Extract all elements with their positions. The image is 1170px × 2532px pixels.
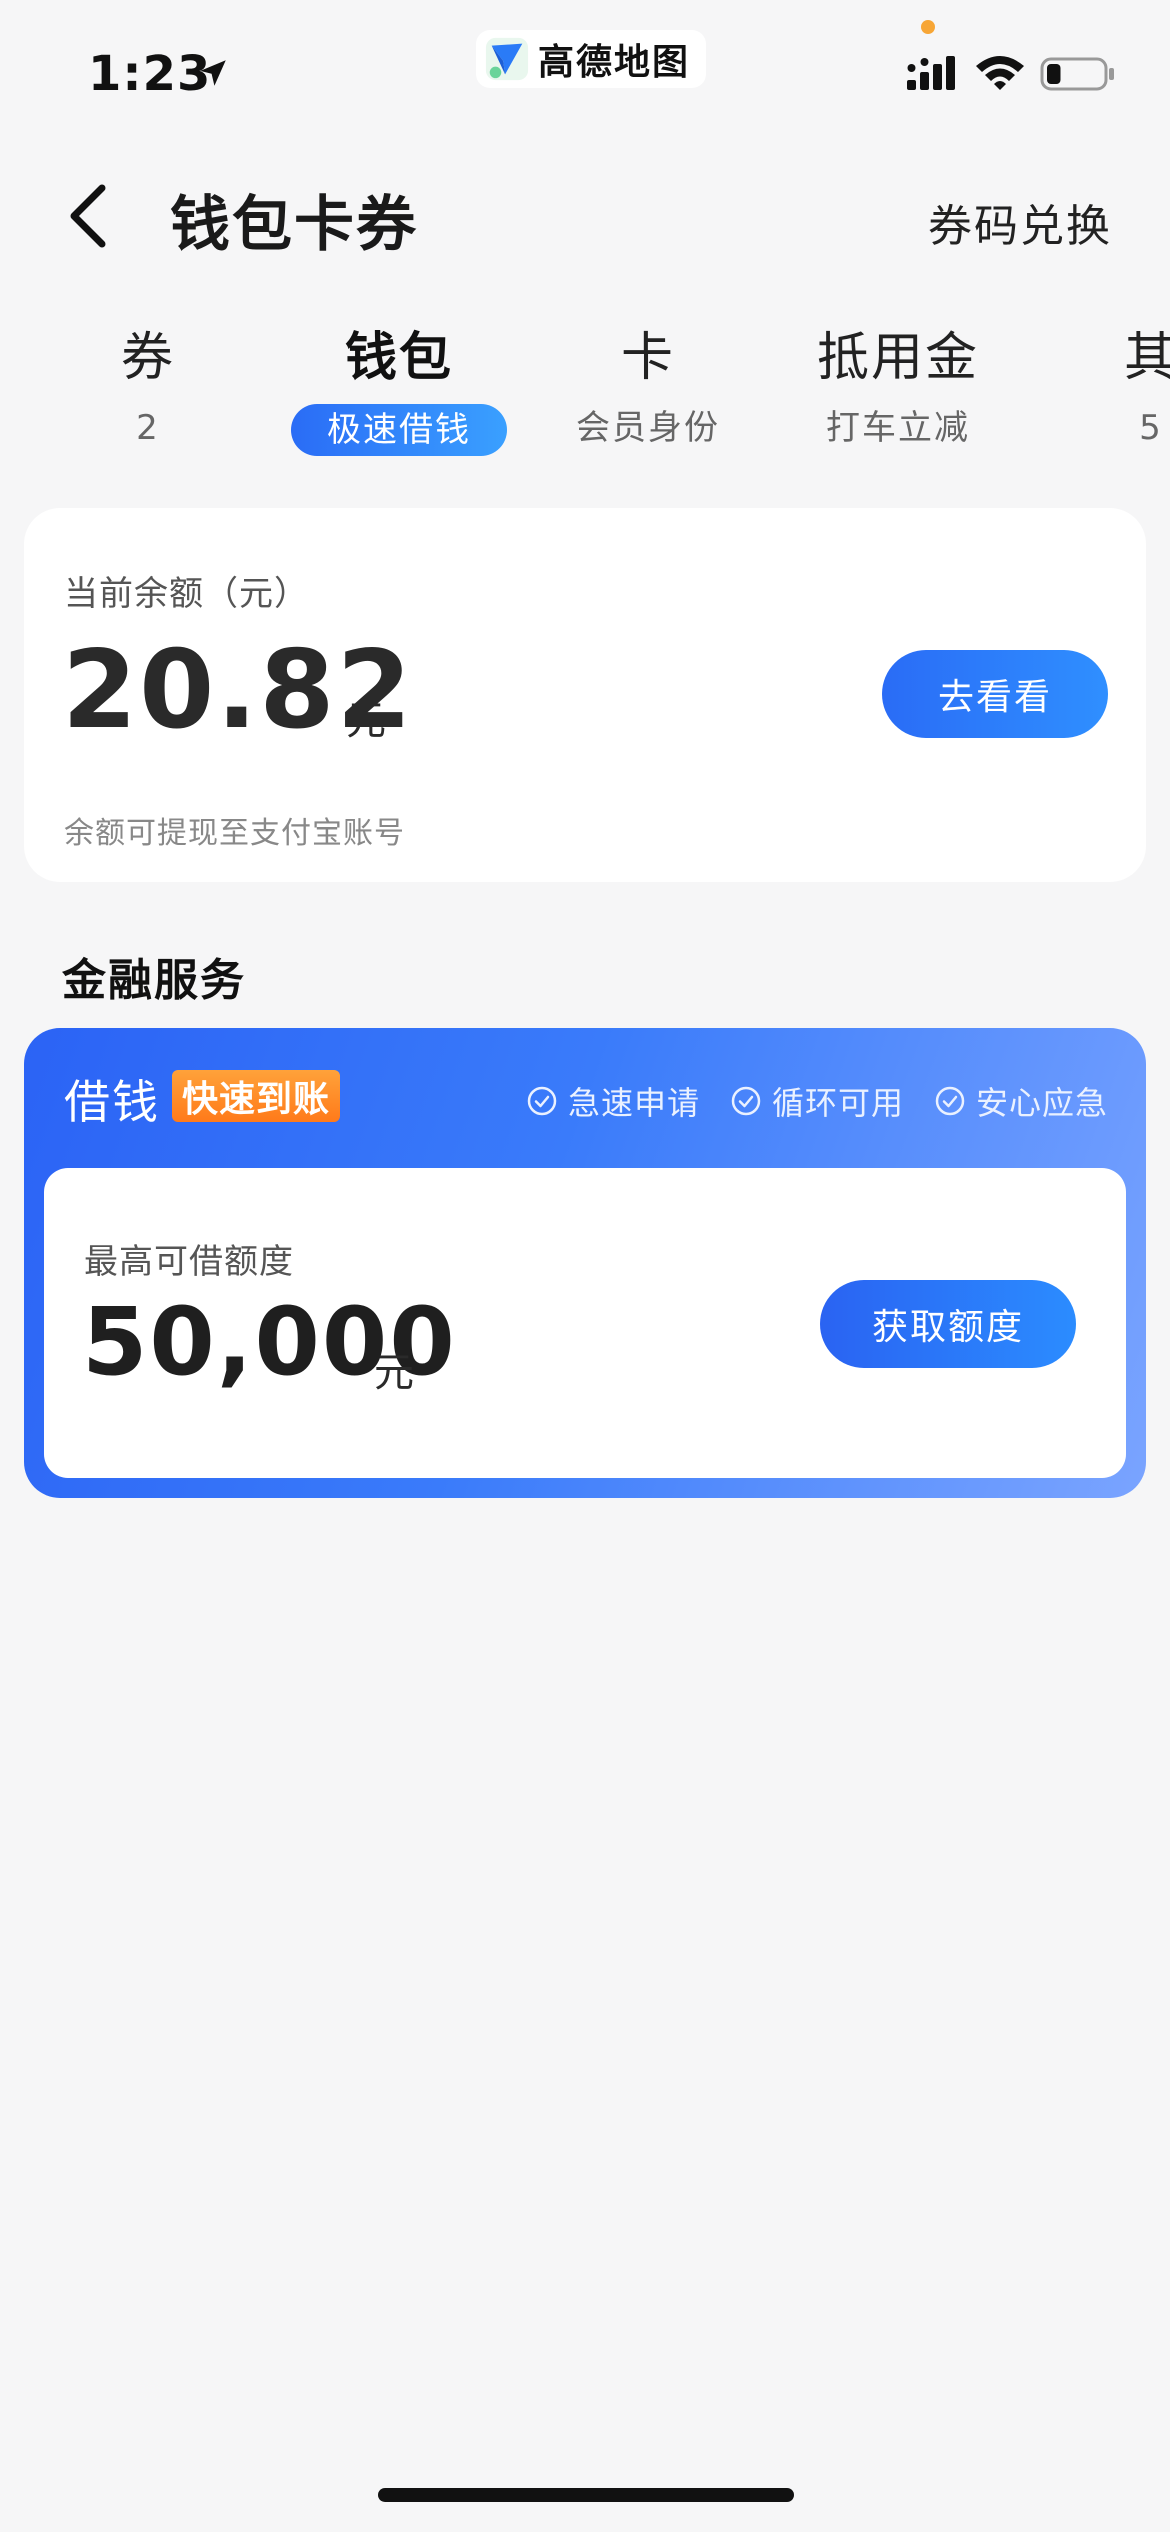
loan-card[interactable]: 借钱 快速到账 急速申请 循环可用 安心应急 最高可借额度 50,000 元 获… — [24, 1028, 1146, 1498]
tab-other[interactable]: 其 5 — [1036, 320, 1170, 452]
app-back-pill[interactable]: 高德地图 — [476, 30, 707, 88]
balance-label: 当前余额（元） — [64, 574, 309, 614]
chevron-left-icon — [70, 184, 106, 248]
amap-logo-icon — [485, 37, 529, 81]
loan-limit-panel: 最高可借额度 50,000 元 获取额度 — [44, 1168, 1126, 1478]
balance-hint: 余额可提现至支付宝账号 — [64, 816, 405, 851]
tab-count: 2 — [136, 408, 160, 448]
tab-cards[interactable]: 卡 会员身份 — [533, 320, 763, 452]
fast-arrival-badge: 快速到账 — [172, 1070, 341, 1122]
tab-label: 抵用金 — [816, 328, 979, 388]
redeem-code-button[interactable]: 券码兑换 — [928, 190, 1112, 254]
tab-credits[interactable]: 抵用金 打车立减 — [783, 320, 1013, 452]
loan-title: 借钱 — [64, 1075, 160, 1129]
feature-label: 安心应急 — [975, 1084, 1108, 1122]
privacy-indicator-dot — [921, 20, 935, 34]
status-time: 1:23 — [88, 46, 212, 102]
balance-unit: 元 — [346, 698, 386, 744]
tab-count: 5 — [1139, 408, 1163, 448]
check-circle-icon — [935, 1086, 965, 1116]
category-tabs: 券 2 钱包 极速借钱 卡 会员身份 抵用金 打车立减 其 5 — [0, 320, 1170, 460]
feature-item: 急速申请 — [526, 1078, 700, 1124]
balance-card: 当前余额（元） 20.82 元 余额可提现至支付宝账号 去看看 — [24, 508, 1146, 882]
status-bar: 1:23 高德地图 — [0, 0, 1170, 130]
tab-subtitle: 会员身份 — [576, 408, 720, 448]
limit-label: 最高可借额度 — [84, 1242, 294, 1282]
cellular-signal-icon — [907, 56, 955, 90]
view-balance-button[interactable]: 去看看 — [882, 650, 1108, 738]
feature-label: 循环可用 — [771, 1084, 904, 1122]
back-button[interactable] — [56, 180, 120, 252]
battery-icon — [1040, 57, 1114, 91]
section-title-finance: 金融服务 — [62, 955, 246, 1006]
tab-label: 钱包 — [344, 328, 453, 388]
app-name: 高德地图 — [538, 42, 691, 83]
wifi-icon — [976, 56, 1024, 90]
tab-subtitle-pill: 极速借钱 — [291, 404, 507, 456]
tab-subtitle: 打车立减 — [826, 408, 970, 448]
loan-features: 急速申请 循环可用 安心应急 — [526, 1078, 1108, 1124]
check-circle-icon — [731, 1086, 761, 1116]
page-title: 钱包卡券 — [170, 190, 418, 260]
check-circle-icon — [527, 1086, 557, 1116]
tab-label: 其 — [1123, 328, 1170, 388]
tab-wallet[interactable]: 钱包 极速借钱 — [284, 320, 514, 456]
page-header: 钱包卡券 券码兑换 — [0, 160, 1170, 270]
tab-label: 券 — [120, 328, 175, 388]
tab-coupons[interactable]: 券 2 — [33, 320, 263, 452]
home-indicator[interactable] — [378, 2488, 794, 2502]
feature-item: 循环可用 — [730, 1078, 904, 1124]
wallet-page: 1:23 高德地图 钱包卡券 券码兑换 券 2 钱包 极速借钱 卡 会员身份 抵… — [0, 0, 1170, 2532]
location-arrow-icon — [200, 60, 226, 86]
feature-label: 急速申请 — [567, 1084, 700, 1122]
feature-item: 安心应急 — [934, 1078, 1108, 1124]
tab-label: 卡 — [620, 328, 675, 388]
limit-unit: 元 — [374, 1350, 414, 1396]
get-limit-button[interactable]: 获取额度 — [820, 1280, 1076, 1368]
